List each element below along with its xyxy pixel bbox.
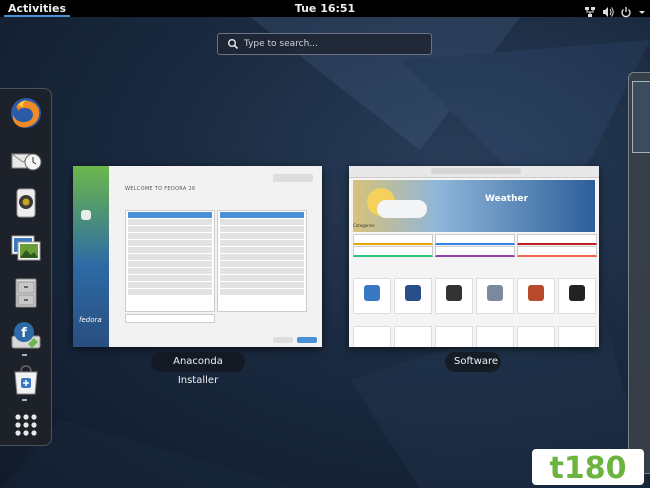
dash-item-software[interactable] [8,362,44,398]
files-icon [15,278,37,308]
anaconda-sidebar: fedora [73,166,109,347]
anaconda-welcome-title: WELCOME TO FEDORA 26 [125,186,196,192]
svg-text:t180: t180 [550,451,627,485]
dash-item-anaconda-installer[interactable]: f [8,318,44,354]
network-icon[interactable] [584,3,596,17]
gnome-overview: { "topbar": { "activities_label": "Activ… [0,0,650,488]
shotwell-icon [11,235,41,261]
language-list [125,210,215,312]
search-placeholder: Type to search... [244,39,318,49]
dash-item-rhythmbox[interactable] [8,185,44,221]
top-bar: Activities Tue 16:51 [0,0,650,17]
show-applications-button[interactable] [8,407,44,443]
window-thumb-anaconda[interactable]: fedora WELCOME TO FEDORA 26 [73,166,322,347]
window-caption-anaconda[interactable]: Anaconda Installer [151,352,245,386]
window-caption-software[interactable]: Software [445,352,501,372]
banner-title: Weather [485,194,529,204]
power-icon[interactable] [620,3,632,17]
evolution-icon [11,153,42,171]
clock[interactable]: Tue 16:51 [0,0,650,17]
chevron-down-icon[interactable] [638,3,646,15]
categories-heading: Categories [353,223,375,228]
software-icon [14,365,38,395]
firefox-icon [11,98,41,128]
svg-text:f: f [21,326,27,341]
weather-banner: Weather [353,180,595,232]
dash-item-shotwell[interactable] [8,230,44,266]
workspace-thumbnail[interactable] [632,81,650,153]
dash-item-files[interactable] [8,275,44,311]
workspace-switcher[interactable] [628,72,650,474]
volume-icon[interactable] [602,3,614,17]
running-indicator-software [22,399,27,401]
watermark-logo: t180 [532,449,644,485]
quit-button [273,337,293,343]
software-headerbar [349,166,599,178]
search-icon [228,39,239,50]
continue-button [297,337,317,343]
running-indicator-anaconda [22,354,27,356]
dash-item-evolution[interactable] [8,140,44,176]
system-tray[interactable] [584,0,646,17]
dash-item-firefox[interactable] [8,95,44,131]
rhythmbox-icon [16,188,36,218]
fedora-logo-text: fedora [79,316,102,324]
window-thumb-software[interactable]: Weather Categories [349,166,599,347]
search-input[interactable]: Type to search... [217,33,432,55]
locale-list [217,210,307,312]
anaconda-installer-icon: f [11,322,41,349]
dash: f [0,88,52,446]
show-applications-icon [15,414,37,436]
